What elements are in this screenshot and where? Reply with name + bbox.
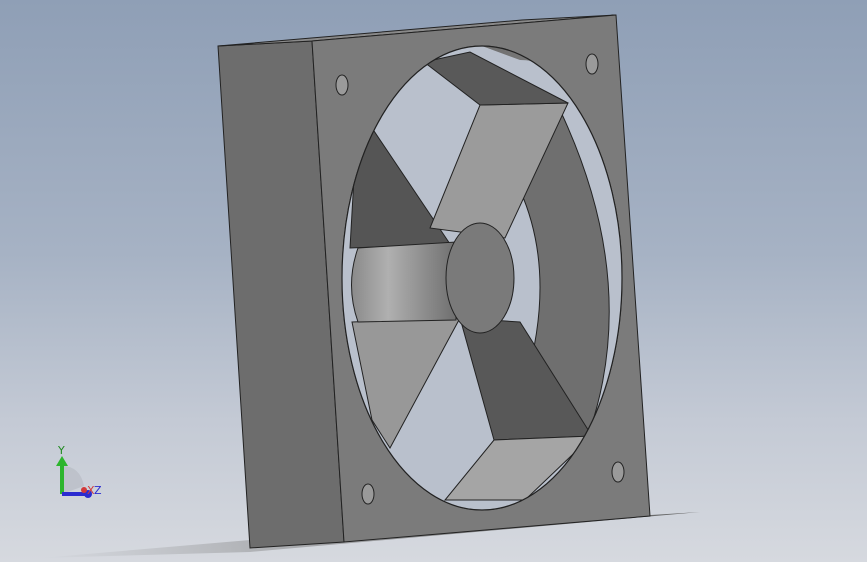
hub-end-cap — [445, 222, 515, 334]
mounting-hole-top-right — [585, 53, 599, 75]
hub-cylinder — [351, 241, 457, 323]
triad-y-arrow-icon — [56, 456, 68, 466]
mounting-hole-top-left — [335, 74, 349, 96]
triad-y-label: Y — [57, 444, 65, 457]
triad-z-label: Z — [94, 484, 102, 497]
mounting-hole-bottom-right — [611, 461, 625, 483]
graphics-viewport[interactable]: Y X Z — [0, 0, 867, 562]
fan-housing-model[interactable] — [0, 0, 867, 562]
orientation-triad[interactable]: Y X Z — [40, 438, 120, 508]
mounting-hole-bottom-left — [361, 483, 375, 505]
triad-plane-icon — [62, 466, 84, 494]
